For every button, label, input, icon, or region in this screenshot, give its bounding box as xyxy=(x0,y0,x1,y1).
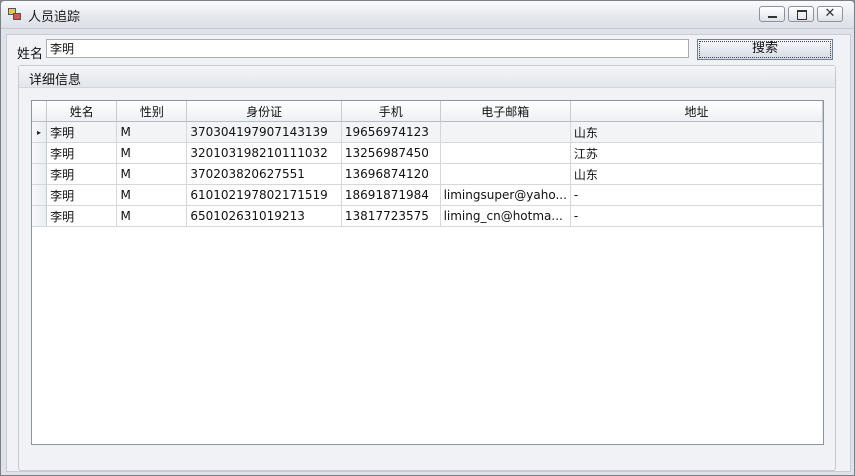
table-row[interactable]: ▸ 李明 M 370304197907143139 19656974123 山东 xyxy=(32,121,823,143)
column-header[interactable]: 电子邮箱 xyxy=(440,101,571,122)
column-header[interactable]: 手机 xyxy=(341,101,441,122)
row-header[interactable] xyxy=(32,205,48,227)
person-table: 姓名 性别 身份证 手机 电子邮箱 地址 ▸ 李明 M 370304197907… xyxy=(32,101,823,227)
cell-email[interactable]: liming_cn@hotma... xyxy=(440,205,571,227)
cell-email[interactable]: limingsuper@yaho... xyxy=(440,184,571,206)
cell-id[interactable]: 650102631019213 xyxy=(186,205,342,227)
cell-address[interactable]: 山东 xyxy=(570,163,823,185)
close-button[interactable]: ✕ xyxy=(817,6,843,22)
header-row: 姓名 性别 身份证 手机 电子邮箱 地址 xyxy=(32,101,823,122)
cell-gender[interactable]: M xyxy=(116,205,188,227)
cell-name[interactable]: 李明 xyxy=(46,163,118,185)
cell-email[interactable] xyxy=(440,121,571,143)
search-button[interactable]: 搜索 xyxy=(697,39,833,60)
person-data-grid[interactable]: 姓名 性别 身份证 手机 电子邮箱 地址 ▸ 李明 M 370304197907… xyxy=(31,100,824,445)
cell-id[interactable]: 610102197802171519 xyxy=(186,184,342,206)
cell-name[interactable]: 李明 xyxy=(46,142,118,164)
cell-phone[interactable]: 13817723575 xyxy=(341,205,441,227)
cell-phone[interactable]: 13696874120 xyxy=(341,163,441,185)
table-row[interactable]: 李明 M 370203820627551 13696874120 山东 xyxy=(32,163,823,185)
app-window: 人员追踪 ✕ 姓名 搜索 详细信息 xyxy=(0,0,855,476)
cell-gender[interactable]: M xyxy=(116,163,188,185)
cell-name[interactable]: 李明 xyxy=(46,184,118,206)
cell-phone[interactable]: 13256987450 xyxy=(341,142,441,164)
table-row[interactable]: 李明 M 610102197802171519 18691871984 limi… xyxy=(32,184,823,206)
column-header[interactable]: 姓名 xyxy=(46,101,118,122)
cell-email[interactable] xyxy=(440,163,571,185)
row-header[interactable] xyxy=(32,142,48,164)
cell-email[interactable] xyxy=(440,142,571,164)
window-title: 人员追踪 xyxy=(28,10,81,25)
client-area: 姓名 搜索 详细信息 姓名 性别 身份证 xyxy=(6,34,851,472)
close-icon: ✕ xyxy=(824,6,836,21)
cell-phone[interactable]: 19656974123 xyxy=(341,121,441,143)
cell-name[interactable]: 李明 xyxy=(46,205,118,227)
details-group: 详细信息 姓名 性别 身份证 手机 电子邮箱 地址 ▸ 李明 M 3703041… xyxy=(18,65,836,471)
minimize-button[interactable] xyxy=(759,6,785,22)
current-row-arrow-icon[interactable]: ▸ xyxy=(32,121,48,143)
cell-phone[interactable]: 18691871984 xyxy=(341,184,441,206)
cell-gender[interactable]: M xyxy=(116,142,188,164)
cell-name[interactable]: 李明 xyxy=(46,121,118,143)
app-icon[interactable] xyxy=(8,8,21,20)
name-label: 姓名 xyxy=(17,47,44,62)
row-header[interactable] xyxy=(32,184,48,206)
cell-address[interactable]: - xyxy=(570,184,823,206)
table-row[interactable]: 李明 M 650102631019213 13817723575 liming_… xyxy=(32,205,823,227)
cell-id[interactable]: 370203820627551 xyxy=(186,163,342,185)
row-header[interactable] xyxy=(32,163,48,185)
cell-address[interactable]: - xyxy=(570,205,823,227)
row-header-corner[interactable] xyxy=(32,101,48,122)
cell-id[interactable]: 320103198210111032 xyxy=(186,142,342,164)
table-row[interactable]: 李明 M 320103198210111032 13256987450 江苏 xyxy=(32,142,823,164)
cell-id[interactable]: 370304197907143139 xyxy=(186,121,342,143)
column-header[interactable]: 地址 xyxy=(570,101,823,122)
name-search-input[interactable] xyxy=(46,39,689,58)
title-bar[interactable]: 人员追踪 ✕ xyxy=(1,1,854,29)
column-header[interactable]: 性别 xyxy=(116,101,188,122)
maximize-icon xyxy=(797,10,807,20)
cell-gender[interactable]: M xyxy=(116,184,188,206)
column-header[interactable]: 身份证 xyxy=(186,101,342,122)
cell-address[interactable]: 山东 xyxy=(570,121,823,143)
cell-address[interactable]: 江苏 xyxy=(570,142,823,164)
maximize-button[interactable] xyxy=(788,6,814,22)
cell-gender[interactable]: M xyxy=(116,121,188,143)
details-group-header: 详细信息 xyxy=(19,66,835,88)
details-group-title: 详细信息 xyxy=(29,73,82,88)
minimize-icon xyxy=(768,16,777,18)
